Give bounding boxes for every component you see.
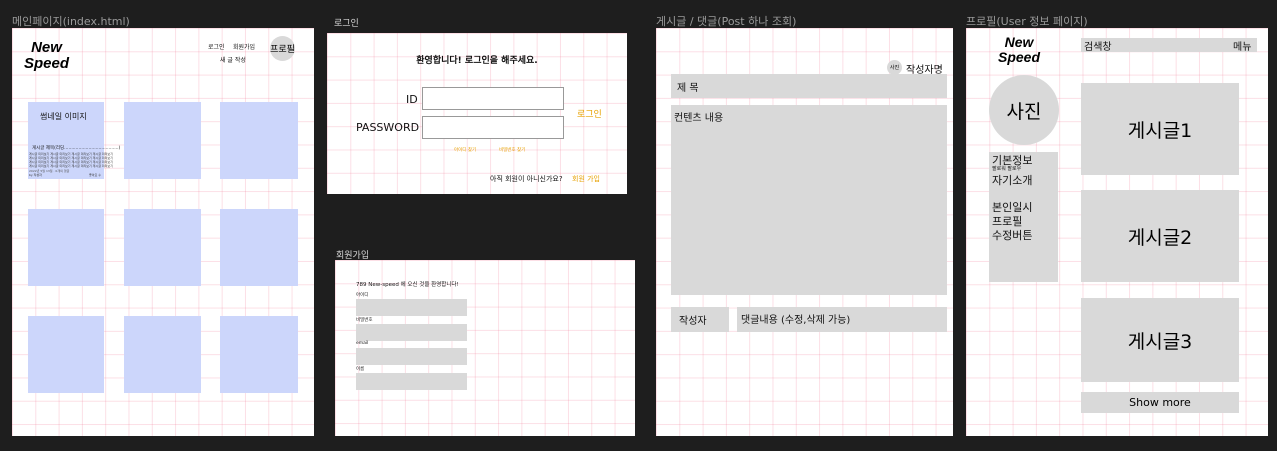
signup-field-label: email (356, 341, 369, 346)
signup-field-label: 비밀번호 (356, 318, 373, 323)
profile-avatar-button[interactable]: 프로필 (270, 36, 295, 61)
post-content-box: 컨텐츠 내용 (671, 105, 947, 295)
card-author: by 작성자 (29, 173, 42, 177)
post-card[interactable] (124, 209, 201, 286)
card-preview-line: 게시글 미리보기 게시글 미리보기 게시글 미리보기 게시글 미리보기 (29, 164, 113, 168)
profile-post-title: 게시글3 (1127, 330, 1193, 353)
post-card[interactable] (220, 102, 298, 179)
edit-profile-button[interactable]: 본인일시 프로필 수정버튼 (992, 201, 1032, 243)
email-input[interactable] (356, 348, 467, 365)
profile-post-card[interactable]: 게시글2 (1081, 190, 1239, 282)
signup-welcome-text: 789 New-speed 에 오신 것을 환영합니다! (356, 282, 459, 288)
login-frame: 환영합니다! 로그인을 해주세요. ID PASSWORD 로그인 아이디 찾기… (327, 33, 627, 194)
profile-post-title: 게시글1 (1127, 119, 1193, 142)
profile-photo-label: 사진 (1006, 100, 1042, 123)
profile-post-title: 게시글2 (1127, 226, 1193, 249)
main-page-frame: New Speed 로그인 회원가입 새 글 작성 프로필 썸네일 이미지 게시… (12, 28, 314, 436)
username-input[interactable] (356, 299, 467, 316)
frame-label-profile: 프로필(User 정보 페이지) (966, 15, 1088, 28)
edit-profile-line: 프로필 (992, 215, 1023, 228)
followers-label: 팔로워 팔로우 (992, 166, 1022, 172)
name-input[interactable] (356, 373, 467, 390)
post-card[interactable] (220, 209, 298, 286)
edit-profile-line: 본인일시 (992, 201, 1033, 214)
post-title: 제 목 (677, 83, 699, 94)
comment-content-box[interactable]: 댓글내용 (수정,삭제 가능) (737, 307, 947, 332)
join-link[interactable]: 회원 가입 (572, 174, 600, 184)
comment-author: 작성자 (679, 316, 707, 327)
find-id-link[interactable]: 아이디 찾기 (454, 147, 476, 153)
logo-line-2: Speed (998, 48, 1041, 65)
logo-line-1: New (1004, 34, 1034, 50)
frame-label-login: 로그인 (334, 19, 359, 29)
nav-login-link[interactable]: 로그인 (208, 42, 225, 51)
profile-post-card[interactable]: 게시글1 (1081, 83, 1239, 175)
nav-write-link[interactable]: 새 글 작성 (220, 55, 246, 64)
comment-author-box: 작성자 (671, 307, 729, 332)
logo-line-2: Speed (24, 54, 70, 72)
post-title-box: 제 목 (671, 74, 947, 98)
card-thumbnail-label: 썸네일 이미지 (40, 112, 87, 121)
profile-info-panel: 기본정보 팔로워 팔로우 자기소개 본인일시 프로필 수정버튼 (989, 152, 1058, 282)
profile-frame: New Speed 검색창 메뉴 사진 기본정보 팔로워 팔로우 자기소개 본인… (966, 28, 1268, 436)
post-card[interactable] (124, 316, 201, 393)
post-card[interactable] (28, 209, 104, 286)
post-content: 컨텐츠 내용 (674, 113, 724, 124)
post-card[interactable] (124, 102, 201, 179)
id-label: ID (406, 93, 418, 106)
password-label: PASSWORD (356, 121, 420, 134)
card-likes: 좋아요 수 (89, 173, 101, 177)
signup-field-label: 이름 (356, 367, 365, 372)
edit-profile-line: 수정버튼 (992, 229, 1033, 242)
id-input[interactable] (422, 87, 564, 110)
post-frame: 사진 작성자명 제 목 컨텐츠 내용 작성자 댓글내용 (수정,삭제 가능) (656, 28, 953, 436)
signup-frame: 789 New-speed 에 오신 것을 환영합니다! 아이디 비밀번호 em… (335, 260, 635, 436)
login-welcome-text: 환영합니다! 로그인을 해주세요. (416, 56, 538, 66)
frame-label-post: 게시글 / 댓글(Post 하나 조회) (656, 15, 797, 28)
password-input[interactable] (422, 116, 564, 139)
post-card[interactable] (220, 316, 298, 393)
card-title: 게시글 제목(리딩...............................… (32, 146, 121, 151)
find-password-link[interactable]: 비밀번호 찾기 (499, 147, 525, 153)
not-member-text: 아직 회원이 아니신가요? (490, 175, 563, 183)
search-label: 검색창 (1084, 42, 1112, 53)
profile-photo: 사진 (989, 75, 1059, 145)
logo[interactable]: New Speed (24, 40, 69, 72)
profile-post-card[interactable]: 게시글3 (1081, 298, 1239, 382)
post-card[interactable] (28, 316, 104, 393)
intro-label: 자기소개 (992, 174, 1033, 187)
card-preview: 게시글 미리보기 게시글 미리보기 게시글 미리보기 게시글 미리보기 게시글 … (29, 152, 113, 168)
comment-content: 댓글내용 (수정,삭제 가능) (741, 315, 851, 326)
frame-label-main: 메인페이지(index.html) (12, 15, 130, 28)
menu-button[interactable]: 메뉴 (1233, 38, 1251, 53)
signup-field-label: 아이디 (356, 293, 369, 298)
search-input[interactable]: 검색창 (1081, 38, 1257, 53)
login-button[interactable]: 로그인 (577, 107, 602, 120)
show-more-button[interactable]: Show more (1081, 392, 1239, 413)
logo-line-1: New (31, 39, 62, 56)
profile-avatar-label: 프로필 (270, 45, 295, 55)
logo[interactable]: New Speed (998, 35, 1040, 64)
password-input[interactable] (356, 324, 467, 341)
author-avatar-label: 사진 (889, 65, 900, 71)
show-more-label: Show more (1129, 396, 1191, 409)
nav-signup-link[interactable]: 회원가입 (233, 42, 255, 51)
post-card[interactable]: 썸네일 이미지 게시글 제목(리딩.......................… (28, 102, 120, 179)
author-avatar[interactable]: 사진 (887, 60, 902, 75)
